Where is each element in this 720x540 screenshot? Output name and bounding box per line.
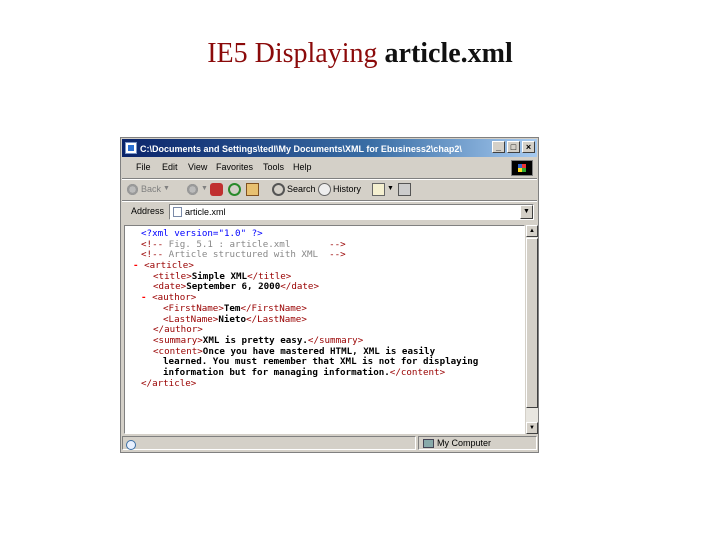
xml-markup: </summary> [307,334,364,346]
xml-text: XML is pretty easy. [202,334,308,346]
refresh-button[interactable] [228,181,241,197]
back-label: Back [141,184,162,194]
collapse-toggle[interactable]: - [133,260,144,271]
slide-title: IE5 Displaying article.xml [0,38,720,70]
menu-tools[interactable]: Tools [263,162,284,172]
status-zone-pane: My Computer [418,436,537,450]
xml-comment: Article structured with XML [163,249,330,261]
menu-edit[interactable]: Edit [162,162,178,172]
xml-markup: <LastName> [163,313,219,325]
stop-icon [210,182,223,196]
xml-markup: </LastName> [246,313,307,325]
xml-text: learned. You must remember that XML is n… [163,356,479,368]
back-arrow-icon [126,182,139,196]
menu-bar: File Edit View Favorites Tools Help [122,158,537,178]
forward-arrow-icon [186,182,199,196]
refresh-icon [228,182,241,196]
search-label: Search [287,184,316,194]
xml-markup: <author> [152,292,197,304]
print-icon [398,182,411,196]
page-done-icon [126,440,136,450]
window-title: C:\Documents and Settings\tedl\My Docume… [140,143,462,154]
back-button[interactable]: Back ▼ [126,181,170,197]
collapse-toggle[interactable]: - [141,292,152,303]
xml-markup: <content> [153,345,203,357]
xml-markup: <article> [144,260,194,272]
xml-markup: <FirstName> [163,302,224,314]
my-computer-icon [423,439,434,448]
stop-button[interactable] [210,181,223,197]
xml-text: September 6, 2000 [186,281,281,293]
xml-markup: <?xml version="1.0" ?> [141,228,263,239]
status-bar: My Computer [122,435,537,451]
xml-markup: <!-- [141,249,164,261]
scroll-down-icon[interactable]: ▼ [526,422,538,434]
menu-view[interactable]: View [188,162,207,172]
mail-button[interactable]: ▼ [372,181,394,197]
xml-text: information but for managing information… [163,366,390,378]
address-dropdown-icon[interactable]: ▼ [520,205,533,219]
close-button[interactable]: × [522,141,535,153]
browser-window: C:\Documents and Settings\tedl\My Docume… [120,137,539,453]
xml-line: </article> [125,377,478,390]
minimize-button[interactable]: _ [492,141,505,153]
history-button[interactable]: History [318,181,361,197]
windows-logo-icon [511,160,533,176]
home-icon [246,182,259,196]
xml-markup: </author> [153,324,203,336]
address-input[interactable]: article.xml ▼ [169,204,534,220]
status-main-pane [122,436,416,450]
maximize-button[interactable]: □ [507,141,520,153]
document-view[interactable]: <?xml version="1.0" ?> <!-- Fig. 5.1 : ar… [124,225,525,434]
mail-dropdown-icon[interactable]: ▼ [387,181,394,197]
mail-icon [372,182,385,196]
home-button[interactable] [246,181,259,197]
vertical-scrollbar[interactable]: ▲ ▼ [525,225,538,434]
caption-buttons: _ □ × [492,141,535,153]
search-icon [272,182,285,196]
scroll-up-icon[interactable]: ▲ [526,225,538,237]
xml-markup: --> [329,238,346,250]
address-label: Address [131,206,165,216]
forward-button[interactable]: ▼ [186,181,208,197]
print-button[interactable] [398,181,411,197]
menu-help[interactable]: Help [293,162,312,172]
xml-text: Once you have mastered HTML, XML is easi… [202,345,436,357]
zone-label: My Computer [437,438,492,448]
ie-page-icon [125,141,137,154]
xml-markup: <date> [153,281,187,293]
xml-markup: </title> [247,270,292,282]
xml-markup: <summary> [153,334,203,346]
xml-text: Simple XML [191,270,248,282]
xml-markup: </article> [141,377,197,389]
menu-file[interactable]: File [136,162,151,172]
xml-markup: </content> [389,366,446,378]
history-icon [318,182,331,196]
scroll-thumb[interactable] [526,238,538,408]
xml-text: Tem [223,302,241,314]
xml-tree: <?xml version="1.0" ?> <!-- Fig. 5.1 : ar… [125,228,479,390]
xml-markup: <!-- [141,238,164,250]
menu-favorites[interactable]: Favorites [216,162,253,172]
history-label: History [333,184,362,194]
back-dropdown-icon[interactable]: ▼ [163,181,170,197]
slide-title-filename: article.xml [384,38,513,69]
address-value: article.xml [185,207,226,217]
slide-title-prefix: IE5 Displaying [207,38,385,69]
xml-text: Nieto [218,313,246,325]
title-bar[interactable]: C:\Documents and Settings\tedl\My Docume… [122,139,537,157]
xml-comment: Fig. 5.1 : article.xml [163,238,330,250]
page-icon [173,207,182,217]
forward-dropdown-icon[interactable]: ▼ [201,181,208,197]
toolbar: Back ▼ ▼ Search History ▼ [122,178,537,200]
xml-markup: </FirstName> [240,302,307,314]
xml-markup: --> [329,249,346,261]
address-bar: Address article.xml ▼ [122,202,537,222]
xml-markup: <title> [153,270,192,282]
search-button[interactable]: Search [272,181,316,197]
xml-markup: </date> [280,281,319,293]
